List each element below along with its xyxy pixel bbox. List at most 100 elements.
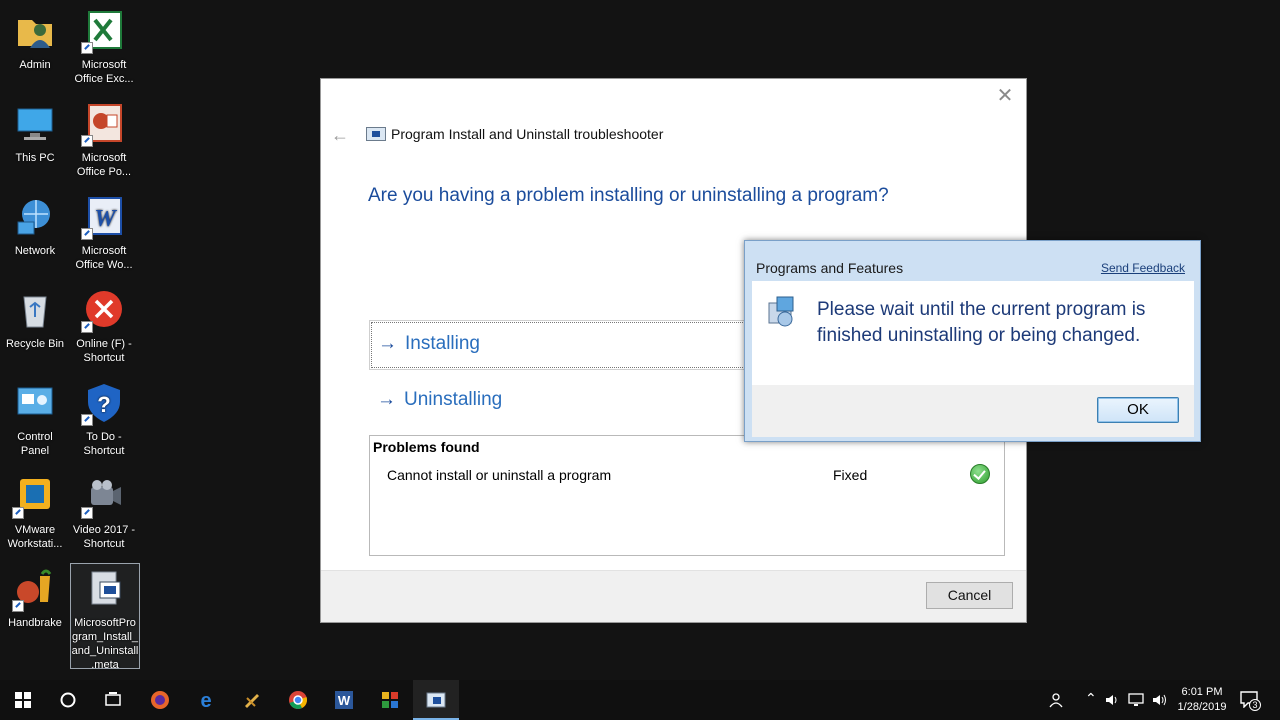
edge-icon: e: [200, 690, 211, 710]
desktop-icon-powerpoint[interactable]: Microsoft Office Po...: [70, 103, 138, 179]
tiles-app-icon: [382, 692, 398, 708]
vmware-icon: [12, 475, 56, 519]
word-icon: W: [81, 196, 125, 240]
chrome-icon: [289, 691, 307, 709]
taskbar-store-app[interactable]: [367, 680, 413, 720]
desktop-icon-label: Handbrake: [8, 617, 62, 629]
dialog-message: Please wait until the current program is…: [817, 299, 1146, 346]
problems-found-panel: Problems found Cannot install or uninsta…: [369, 435, 1005, 556]
troubleshooter-app-icon: [426, 692, 446, 708]
computer-icon: [14, 103, 56, 145]
shortcut-arrow-icon: [81, 414, 93, 426]
volume-speaker-icon[interactable]: [1104, 692, 1120, 720]
network-globe-icon: [14, 196, 56, 238]
problem-name: Cannot install or uninstall a program: [387, 467, 612, 483]
desktop-icon-recycle-bin[interactable]: Recycle Bin: [1, 289, 69, 351]
dialog-body: Please wait until the current program is…: [752, 281, 1194, 385]
taskbar-clock[interactable]: 6:01 PM 1/28/2019: [1172, 685, 1232, 715]
desktop-icon-vmware[interactable]: VMware Workstati...: [1, 475, 69, 551]
programs-features-dialog: Programs and Features Send Feedback Plea…: [744, 240, 1201, 442]
taskbar-firefox[interactable]: [137, 680, 183, 720]
problems-header: Problems found: [373, 439, 480, 455]
desktop-icon-word[interactable]: W Microsoft Office Wo...: [70, 196, 138, 272]
desktop-icon-label: Online (F) - Shortcut: [76, 338, 132, 364]
taskbar-word[interactable]: W: [321, 680, 367, 720]
desktop-icon-this-pc[interactable]: This PC: [1, 103, 69, 165]
network-monitor-icon[interactable]: [1128, 692, 1146, 720]
desktop-icon-todo[interactable]: ? To Do - Shortcut: [70, 382, 138, 458]
volume-icon[interactable]: [1151, 692, 1167, 720]
task-view-button[interactable]: [90, 680, 136, 720]
notification-count-badge: 3: [1249, 699, 1261, 711]
shortcut-arrow-icon: [81, 42, 93, 54]
powerpoint-icon: [81, 103, 125, 147]
svg-text:W: W: [338, 693, 351, 708]
tools-icon: [245, 694, 259, 708]
control-panel-icon: [14, 382, 56, 424]
right-arrow-icon: →: [377, 389, 396, 410]
desktop-icon-label: VMware Workstati...: [7, 524, 63, 550]
start-button[interactable]: [0, 680, 46, 720]
desktop-icon-label: Admin: [19, 59, 51, 71]
desktop-icon-label: Video 2017 - Shortcut: [72, 524, 136, 550]
chevron-up-icon[interactable]: ⌃: [1085, 690, 1097, 720]
ok-button[interactable]: OK: [1097, 397, 1179, 423]
shortcut-arrow-icon: [12, 507, 24, 519]
right-arrow-icon: →: [378, 333, 397, 354]
shortcut-arrow-icon: [81, 507, 93, 519]
desktop-icon-handbrake[interactable]: Handbrake: [1, 568, 69, 630]
problem-status: Fixed: [833, 467, 868, 483]
action-center-button[interactable]: 3: [1239, 690, 1263, 712]
desktop-icon-label: This PC: [15, 152, 55, 164]
shield-question-icon: ?: [81, 382, 125, 426]
recycle-bin-icon: [14, 289, 56, 331]
svg-text:e: e: [200, 690, 211, 710]
dialog-footer: OK: [752, 385, 1194, 437]
desktop-icon-label: MicrosoftPro gram_Install_ and_Uninstall…: [71, 617, 139, 671]
taskbar-app-tools[interactable]: [229, 680, 275, 720]
desktop-icon-label: To Do - Shortcut: [83, 431, 125, 457]
handbrake-icon: [12, 568, 56, 612]
desktop-icon-video-2017[interactable]: Video 2017 - Shortcut: [70, 475, 138, 551]
cancel-button[interactable]: Cancel: [926, 582, 1013, 609]
desktop-icon-label: Microsoft Office Exc...: [74, 59, 134, 85]
taskbar: e W ⌃ 6:01 PM 1/28/2019 3: [0, 680, 1280, 720]
send-feedback-link[interactable]: Send Feedback: [1101, 261, 1185, 275]
shortcut-arrow-icon: [81, 321, 93, 333]
people-icon[interactable]: [1049, 691, 1067, 720]
back-arrow-icon[interactable]: ←: [331, 125, 349, 146]
drive-error-icon: [81, 289, 125, 333]
desktop-icon-label: Control Panel: [17, 431, 53, 457]
taskbar-chrome[interactable]: [275, 680, 321, 720]
check-mark-icon: [970, 464, 990, 484]
shortcut-arrow-icon: [81, 228, 93, 240]
troubleshooter-question: Are you having a problem installing or u…: [368, 185, 889, 206]
close-icon[interactable]: ✕: [996, 86, 1014, 106]
option-label: Uninstalling: [404, 389, 503, 410]
desktop-icon-label: Microsoft Office Po...: [76, 152, 132, 178]
desktop-icon-excel[interactable]: Microsoft Office Exc...: [70, 10, 138, 86]
desktop-icon-meta-file[interactable]: MicrosoftPro gram_Install_ and_Uninstall…: [70, 563, 140, 671]
taskbar-edge[interactable]: e: [183, 680, 229, 720]
camcorder-icon: [81, 475, 125, 519]
cortana-circle-icon: [60, 692, 76, 708]
desktop-icon-network[interactable]: Network: [1, 196, 69, 258]
excel-icon: [81, 10, 125, 54]
desktop-icon-control-panel[interactable]: Control Panel: [1, 382, 69, 458]
firefox-icon: [151, 691, 169, 709]
desktop-icon-label: Recycle Bin: [5, 338, 65, 350]
svg-text:W: W: [94, 206, 117, 232]
cortana-button[interactable]: [45, 680, 91, 720]
shortcut-arrow-icon: [12, 600, 24, 612]
task-view-icon: [105, 692, 121, 706]
windows-logo-icon: [15, 692, 31, 708]
installer-file-icon: [84, 568, 126, 610]
clock-time: 6:01 PM: [1181, 686, 1223, 698]
desktop-icon-admin[interactable]: Admin: [1, 10, 69, 72]
troubleshooter-app-icon: [366, 127, 386, 141]
desktop-icon-online-f[interactable]: Online (F) - Shortcut: [70, 289, 138, 365]
dialog-title: Programs and Features: [756, 260, 904, 276]
word-icon: W: [335, 691, 353, 709]
taskbar-troubleshooter[interactable]: [413, 680, 459, 720]
svg-text:?: ?: [97, 392, 110, 417]
